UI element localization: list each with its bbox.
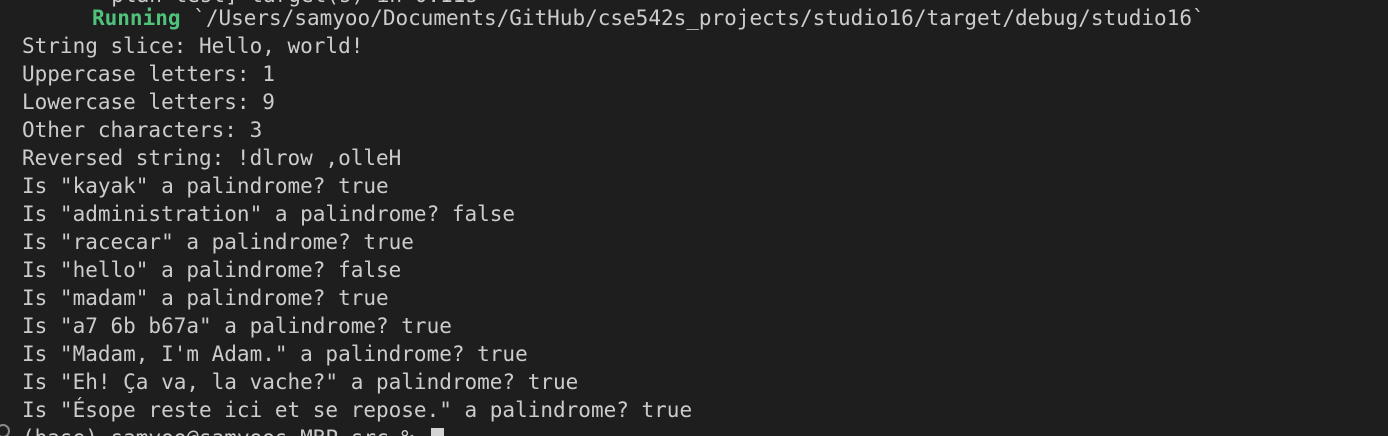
running-label: Running [92,6,181,30]
output-line: Is "madam" a palindrome? true [22,286,389,310]
output-line: Lowercase letters: 9 [22,90,275,114]
output-line: Reversed string: !dlrow ,olleH [22,146,402,170]
output-line: Is "a7 6b b67a" a palindrome? true [22,314,452,338]
block-cursor [430,428,444,436]
terminal-window[interactable]: ` plan test] target(s) in 0.11s Running … [0,0,1388,436]
shell-prompt: (base) samyoo@samyoos-MBP src % [22,426,427,436]
circle-mark-icon [0,424,10,436]
output-line: Is "Madam, I'm Adam." a palindrome? true [22,342,528,366]
output-line: Is "Ésope reste ici et se repose." a pal… [22,398,693,422]
output-line: Is "hello" a palindrome? false [22,258,402,282]
output-line: Is "racecar" a palindrome? true [22,230,414,254]
output-line: Is "Eh! Ça va, la vache?" a palindrome? … [22,370,579,394]
shell-prompt-line[interactable]: (base) samyoo@samyoos-MBP src % [22,424,444,436]
running-line: Running `/Users/samyoo/Documents/GitHub/… [92,4,1205,32]
output-line: Is "kayak" a palindrome? true [22,174,389,198]
output-line: String slice: Hello, world! [22,34,364,58]
running-path: `/Users/samyoo/Documents/GitHub/cse542s_… [193,6,1205,30]
output-line: Uppercase letters: 1 [22,62,275,86]
output-line: Other characters: 3 [22,118,263,142]
output-line: Is "administration" a palindrome? false [22,202,516,226]
